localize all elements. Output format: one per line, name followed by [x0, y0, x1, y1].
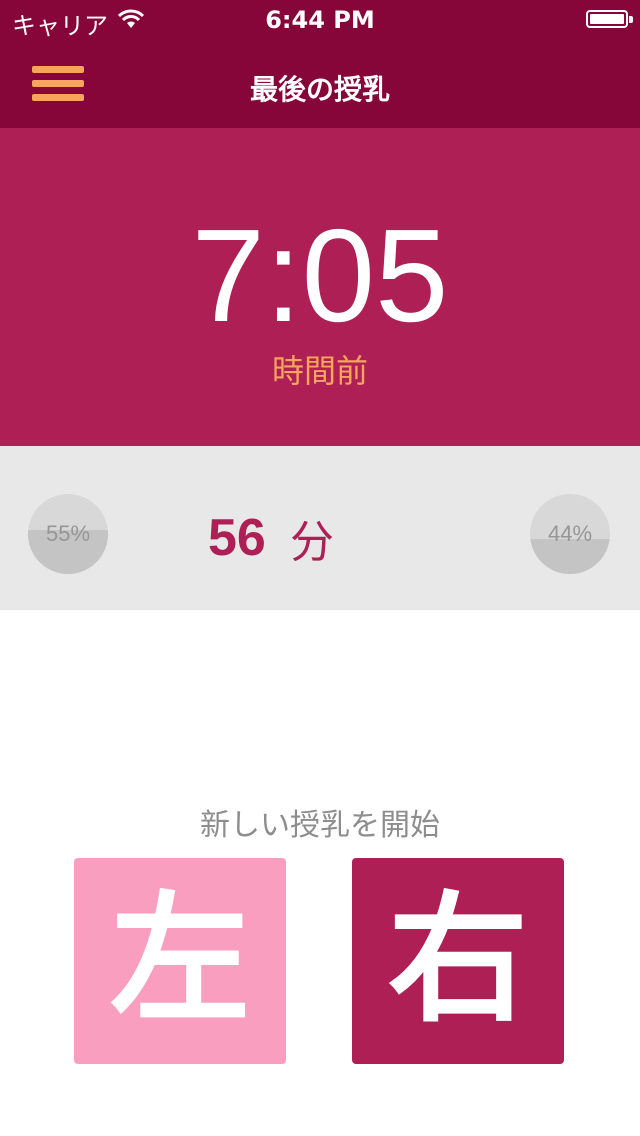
- duration-unit: 分: [290, 517, 334, 568]
- battery-icon: [586, 10, 633, 28]
- right-percentage: 44%: [547, 521, 593, 546]
- left-percentage-indicator: 55%: [28, 494, 108, 574]
- duration-value: 56: [208, 509, 266, 567]
- right-percentage-indicator: 44%: [530, 494, 610, 574]
- elapsed-time: 7:05: [191, 202, 449, 349]
- page-title: 最後の授乳: [249, 73, 390, 106]
- status-time: 6:44 PM: [265, 6, 375, 34]
- last-feeding-panel: 7:05 時間前: [0, 128, 640, 446]
- elapsed-label: 時間前: [271, 352, 368, 390]
- feeding-stats: 55% 56 分 44%: [0, 446, 640, 610]
- right-side-label: 右: [387, 879, 528, 1042]
- left-side-label: 左: [109, 879, 250, 1042]
- right-side-button[interactable]: 右: [352, 858, 564, 1064]
- start-feeding-prompt: 新しい授乳を開始: [200, 808, 440, 843]
- status-bar: キャリア 6:44 PM: [0, 0, 640, 40]
- left-side-button[interactable]: 左: [74, 858, 286, 1064]
- navigation-bar: 最後の授乳: [0, 40, 640, 128]
- left-percentage: 55%: [45, 521, 91, 546]
